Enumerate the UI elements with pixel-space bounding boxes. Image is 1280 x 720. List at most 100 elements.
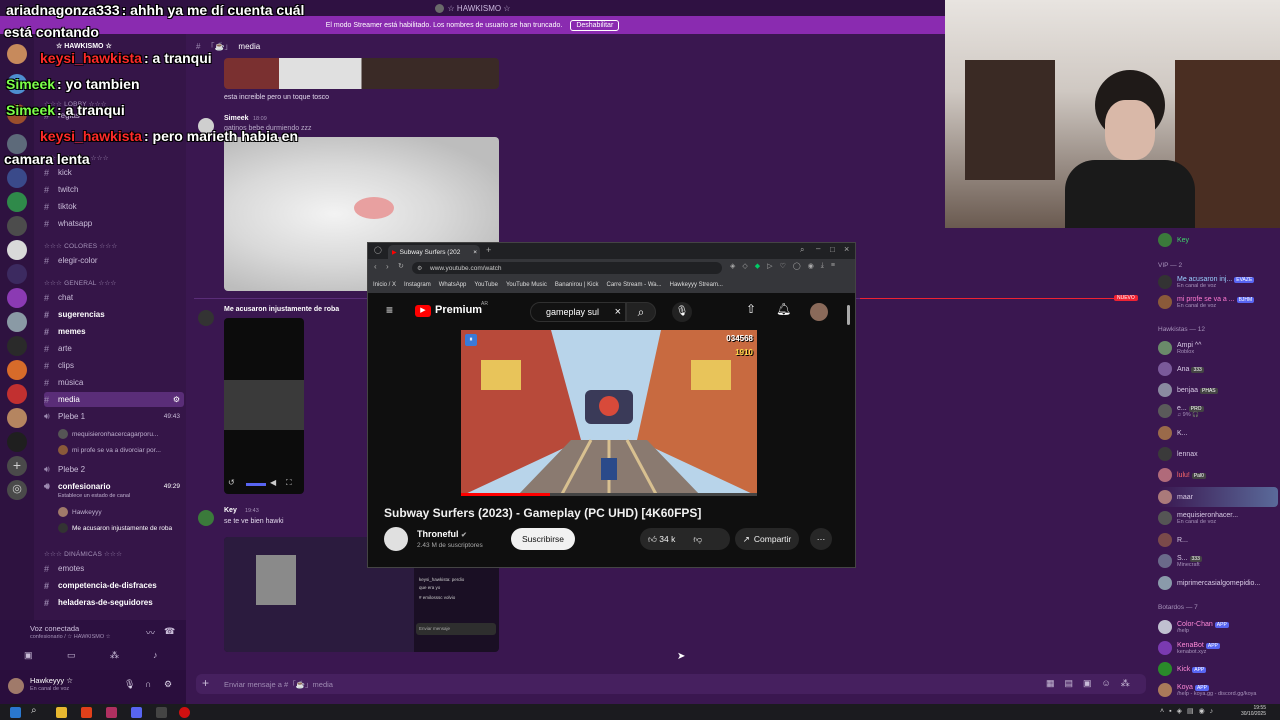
member-item[interactable]: S... 333 Minecraft <box>1158 551 1278 571</box>
obs-icon[interactable] <box>156 707 167 718</box>
channel-sugerencias[interactable]: # sugerencias <box>44 307 184 322</box>
message-avatar[interactable] <box>198 510 214 526</box>
message-author[interactable]: Simeek <box>224 115 249 122</box>
channel-competencia[interactable]: # competencia-de-disfraces <box>44 578 184 593</box>
channel-memes[interactable]: # memes <box>44 324 184 339</box>
settings-gear-icon[interactable]: ⚙ <box>173 395 180 404</box>
member-item[interactable]: Koya APP/help - koya.gg - discord.gg/koya <box>1158 680 1278 700</box>
extension-icon[interactable]: ◆ <box>755 262 760 270</box>
bookmark[interactable]: YouTube <box>474 282 498 288</box>
category-general[interactable]: ☆☆☆ GENERAL ☆☆☆ <box>44 279 116 287</box>
channel-clips[interactable]: # clips <box>44 358 184 373</box>
channel-elegir-color[interactable]: # elegir-color <box>44 253 184 268</box>
member-item[interactable]: lennax <box>1158 444 1278 464</box>
member-item[interactable]: Kick APP <box>1158 659 1278 679</box>
channel-whatsapp[interactable]: # whatsapp <box>44 216 184 231</box>
user-settings-gear-icon[interactable]: ⚙ <box>164 679 172 690</box>
apps-icon[interactable]: ⁂ <box>1121 678 1130 689</box>
channel-chat[interactable]: # chat <box>44 290 184 305</box>
server-icon[interactable] <box>7 360 27 380</box>
member-item[interactable]: miprimercasialgomepidio... <box>1158 573 1278 593</box>
server-icon[interactable] <box>7 44 27 64</box>
hamburger-menu-icon[interactable]: ≡ <box>386 303 393 317</box>
url-field[interactable]: ⚙ www.youtube.com/watch <box>412 262 722 274</box>
voice-user[interactable]: Hawkeyyy <box>58 507 102 517</box>
new-tab-icon[interactable]: + <box>486 245 491 255</box>
gift-icon[interactable]: ▦ <box>1046 678 1055 689</box>
member-item[interactable]: lulu! Pal0 <box>1158 465 1278 485</box>
server-icon[interactable] <box>7 192 27 212</box>
youtube-logo-text[interactable]: Premium <box>435 304 482 316</box>
member-item[interactable]: Me acusaron inj... EVAZE En canal de voz <box>1158 272 1278 292</box>
server-icon[interactable] <box>7 312 27 332</box>
extensions-icon[interactable]: ◯ <box>793 262 801 270</box>
disconnect-icon[interactable]: ☎ <box>164 626 175 637</box>
discord-icon[interactable] <box>131 707 142 718</box>
member-item[interactable]: maar <box>1158 487 1278 507</box>
add-server-icon[interactable]: + <box>7 456 27 476</box>
gif-icon[interactable]: ▤ <box>1065 678 1074 689</box>
app-icon[interactable] <box>106 707 117 718</box>
menu-icon[interactable]: ≡ <box>831 262 835 270</box>
server-icon[interactable] <box>7 168 27 188</box>
replay-icon[interactable]: ↺ <box>228 478 235 487</box>
bookmark[interactable]: YouTube Music <box>506 282 547 288</box>
member-item[interactable]: Color-Chan APP/help <box>1158 617 1278 637</box>
server-icon[interactable] <box>7 336 27 356</box>
youtube-search-input[interactable]: gameplay sul × <box>530 302 626 322</box>
server-icon[interactable] <box>7 408 27 428</box>
bookmark[interactable]: Bananirou | Kick <box>555 282 599 288</box>
forward-icon[interactable]: › <box>386 262 389 271</box>
windows-start-icon[interactable] <box>10 707 21 718</box>
sticker-icon[interactable]: ▣ <box>1083 678 1092 689</box>
server-icon[interactable] <box>7 264 27 284</box>
clock[interactable]: 19:55 30/10/2025 <box>1232 705 1266 717</box>
channel-heladeras[interactable]: # heladeras-de-seguidores <box>44 595 184 610</box>
bookmark[interactable]: Inicio / X <box>373 282 396 288</box>
taskbar-search-icon[interactable]: ⌕ <box>31 705 37 716</box>
channel-twitch[interactable]: # twitch <box>44 182 184 197</box>
search-button-icon[interactable]: ⌕ <box>626 302 656 322</box>
server-icon[interactable] <box>7 240 27 260</box>
extension-icon[interactable]: ◇ <box>742 262 747 270</box>
channel-emotes[interactable]: # emotes <box>44 561 184 576</box>
category-colores[interactable]: ☆☆☆ COLORES ☆☆☆ <box>44 242 117 250</box>
member-item[interactable]: Key <box>1158 230 1278 250</box>
voice-user[interactable]: mequisieronhacercagarporu... <box>58 429 158 439</box>
headphones-icon[interactable]: ∩ <box>145 679 151 689</box>
voice-channel-plebe2[interactable]: 🔊︎ Plebe 2 <box>44 462 184 477</box>
channel-kick[interactable]: # kick <box>44 165 184 180</box>
member-item[interactable]: KenaBot APP kenabot.xyz <box>1158 638 1278 658</box>
clear-search-icon[interactable]: × <box>615 306 621 318</box>
member-item[interactable]: e... PRO ♫ 9% 🎧 <box>1158 401 1278 421</box>
subscribe-button[interactable]: Suscribirse <box>511 528 575 550</box>
message-author[interactable]: Key <box>224 507 237 514</box>
soundboard-icon[interactable]: ♪ <box>153 650 158 660</box>
minimize-icon[interactable]: – <box>816 244 820 253</box>
category-dinamicas[interactable]: ☆☆☆ DINÁMICAS ☆☆☆ <box>44 550 122 558</box>
scrollbar[interactable] <box>847 305 850 325</box>
file-explorer-icon[interactable] <box>56 707 67 718</box>
account-avatar[interactable] <box>810 303 828 321</box>
discover-icon[interactable]: ◎ <box>7 480 27 500</box>
channel-arte[interactable]: # arte <box>44 341 184 356</box>
video-player[interactable]: ⏸ 034568 1910 <box>461 330 757 496</box>
channel-media[interactable]: # media ⚙ <box>44 392 184 407</box>
member-item[interactable]: benjaa PHAS <box>1158 380 1278 400</box>
message-input[interactable]: + Enviar mensaje a #「☕」media <box>196 674 1146 694</box>
user-avatar[interactable] <box>8 678 24 694</box>
fullscreen-icon[interactable]: ⛶ <box>286 478 292 488</box>
voice-location[interactable]: confesionario / ☆ HAWKISMO ☆ <box>30 634 111 640</box>
channel-avatar[interactable] <box>384 527 408 551</box>
attach-plus-icon[interactable]: + <box>202 676 209 690</box>
tab-actions-icon[interactable]: ◯ <box>374 246 382 254</box>
screen-share-icon[interactable]: ▭ <box>67 650 76 661</box>
bookmark[interactable]: Instagram <box>404 282 431 288</box>
profile-icon[interactable]: ◉ <box>808 262 814 270</box>
thread-title[interactable]: Me acusaron injustamente de roba <box>224 306 339 313</box>
extension-icon[interactable]: ◈ <box>730 262 735 270</box>
bookmark-star-icon[interactable]: ♡ <box>780 262 786 270</box>
app-icon[interactable] <box>179 707 190 718</box>
server-icon[interactable] <box>7 384 27 404</box>
member-item[interactable]: mequisieronhacer... En canal de voz <box>1158 508 1278 528</box>
